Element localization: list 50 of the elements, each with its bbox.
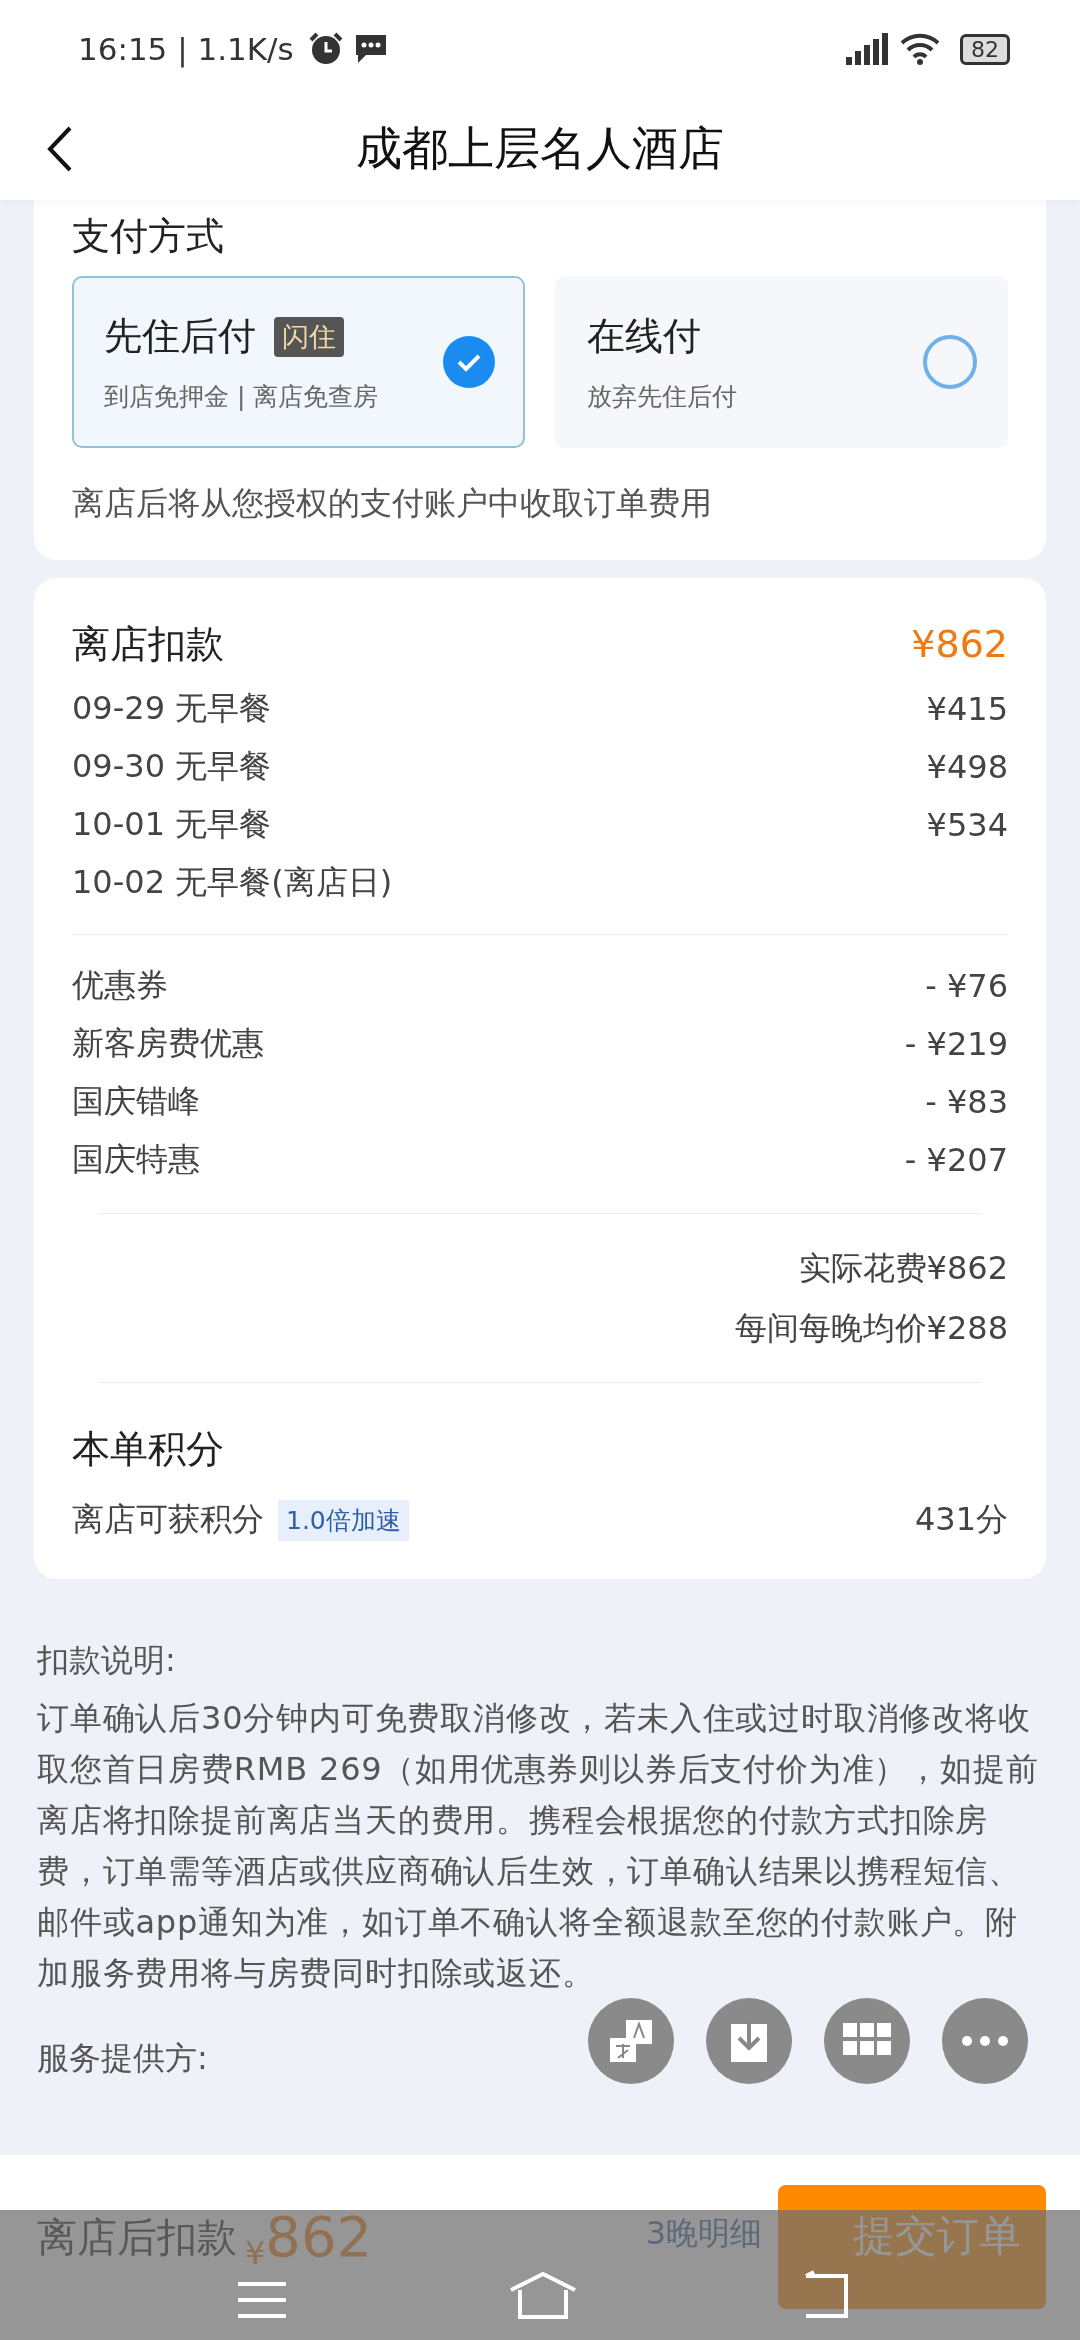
discount-label: 优惠券 [72,965,168,1006]
average-price: 每间每晚均价¥288 [734,1309,1008,1347]
option-badge: 闪住 [274,316,344,357]
night-label: 09-30 无早餐 [72,746,272,787]
alarm-clock-icon [307,31,344,67]
discount-label: 国庆错峰 [72,1081,200,1122]
payment-option[interactable]: 先住后付 闪住 到店免押金 | 离店免查房 [72,276,525,448]
wifi-icon [900,33,940,65]
discount-label: 国庆特惠 [72,1139,200,1180]
battery-indicator: 82 [960,33,1010,65]
bottom-amount: 862 [265,2209,373,2265]
home-icon[interactable] [508,2270,578,2320]
night-label: 09-29 无早餐 [72,688,272,729]
payment-option[interactable]: 在线付 放弃先住后付 [555,276,1008,448]
speed-badge: 1.0倍加速 [278,1499,409,1541]
points-value: 431分 [914,1499,1008,1540]
option-subtitle: 放弃先住后付 [587,381,737,413]
payment-note: 离店后将从您授权的支付账户中收取订单费用 [72,483,713,524]
provider-label: 服务提供方: [37,2038,208,2079]
night-label: 10-01 无早餐 [72,804,272,845]
discount-label: 新客房费优惠 [72,1023,264,1064]
menu-icon[interactable] [236,2280,288,2320]
radio-icon [922,334,978,390]
more-icon [961,2035,1009,2047]
checked-radio-icon [443,336,495,388]
note-title: 扣款说明: [37,1640,177,1681]
bottom-label: 离店后扣款 [37,2217,237,2257]
points-label: 离店可获积分 [72,1499,264,1540]
section-title: 本单积分 [72,1425,224,1473]
night-price: ¥415 [926,690,1008,728]
night-label: 10-02 无早餐(离店日) [72,862,393,903]
option-subtitle: 到店免押金 | 离店免查房 [104,381,379,413]
option-name: 在线付 [587,313,701,360]
status-time: 16:15 | 1.1K/s [78,31,294,67]
signal-icon [844,31,890,67]
option-name: 先住后付 [104,313,256,360]
section-title: 离店扣款 [72,620,224,668]
night-price: ¥534 [926,806,1008,844]
section-title: 支付方式 [72,214,225,258]
discount-amount: - ¥219 [904,1025,1008,1063]
message-icon [353,33,388,65]
total-amount: ¥862 [911,622,1008,666]
actual-cost: 实际花费¥862 [798,1249,1008,1287]
page-title: 成都上层名人酒店 [356,120,724,177]
night-price: ¥498 [926,748,1008,786]
discount-amount: - ¥83 [925,1083,1008,1121]
bottom-currency: ¥ [245,2237,266,2269]
discount-amount: - ¥207 [904,1141,1008,1179]
note-text: 订单确认后30分钟内可免费取消修改，若未入住或过时取消修改将收取您首日房费RMB 269（如用优惠券则以券后支付价为准），如提前离店将扣除提前离店当天的费用。携程会根据您的付款方式扣除房费，订单需等酒店或供应商确认后生效，订单确认结果以携程短信、邮件或app通知为准，如订单不确认将全额退款至您的付款账户。附加服务费用将与房费同时扣除或返还。 [37,1698,1040,1994]
discount-amount: - ¥76 [925,967,1008,1005]
